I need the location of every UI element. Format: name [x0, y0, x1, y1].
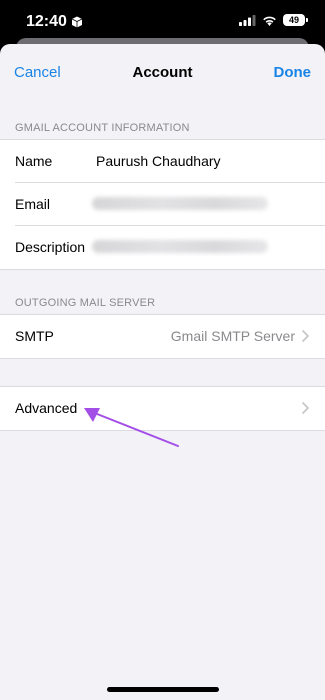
email-field[interactable] [92, 197, 268, 210]
battery-icon: 49 [283, 14, 308, 26]
annotation-arrow-icon [84, 408, 179, 447]
divider [0, 269, 325, 270]
wifi-icon [263, 16, 276, 26]
name-label: Name [15, 153, 53, 169]
smtp-label: SMTP [15, 328, 54, 344]
smtp-server-value: Gmail SMTP Server [170, 328, 295, 344]
cube-icon [71, 16, 83, 28]
status-indicators: 49 [239, 14, 308, 26]
smtp-row[interactable]: SMTP Gmail SMTP Server [0, 315, 325, 358]
chevron-right-icon [302, 330, 309, 342]
description-label: Description [15, 239, 86, 255]
section-header-outgoing-mail-server: OUTGOING MAIL SERVER [15, 297, 156, 309]
email-label: Email [15, 196, 51, 212]
description-row[interactable]: Description [0, 226, 325, 269]
name-row[interactable]: Name Paurush Chaudhary [0, 140, 325, 183]
smtp-group: SMTP Gmail SMTP Server [0, 315, 325, 358]
navigation-bar: Cancel Account Done [0, 44, 325, 100]
description-field[interactable] [92, 240, 268, 253]
divider [0, 358, 325, 359]
chevron-right-icon [302, 402, 309, 414]
cellular-signal-icon [239, 14, 256, 26]
home-indicator [107, 687, 219, 692]
advanced-label: Advanced [15, 400, 78, 416]
account-sheet: Cancel Account Done GMAIL ACCOUNT INFORM… [0, 44, 325, 700]
name-field[interactable]: Paurush Chaudhary [96, 153, 221, 169]
done-button[interactable]: Done [274, 64, 312, 81]
email-row[interactable]: Email [0, 183, 325, 226]
status-time: 12:40 [26, 13, 83, 31]
account-info-group: Name Paurush Chaudhary Email Description [0, 140, 325, 269]
time-text: 12:40 [26, 13, 67, 30]
section-header-gmail-account: GMAIL ACCOUNT INFORMATION [15, 122, 190, 134]
